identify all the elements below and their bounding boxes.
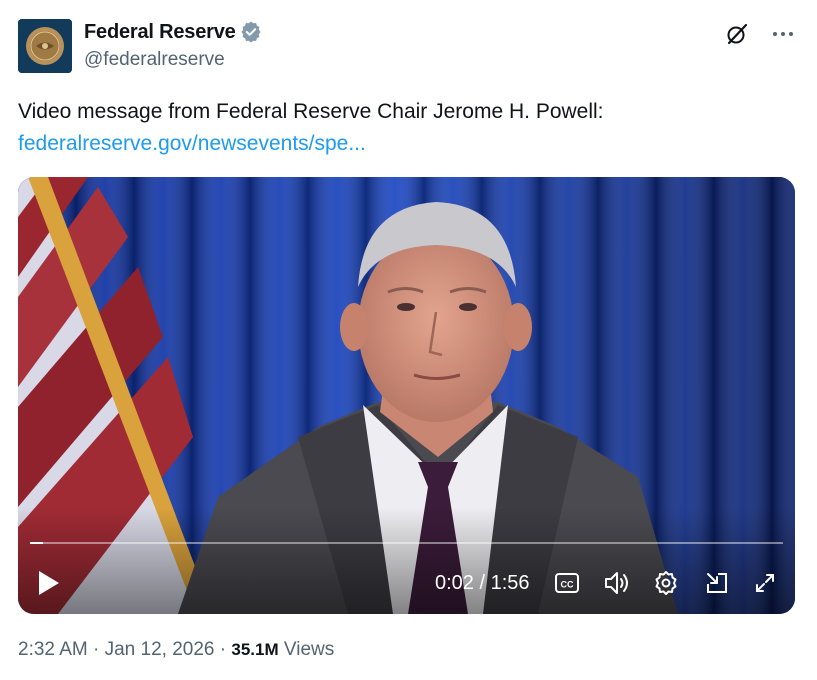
tweet-card: Federal Reserve @federalreserve Video me…: [0, 0, 817, 680]
display-name[interactable]: Federal Reserve: [84, 21, 236, 44]
progress-fill: [30, 542, 43, 544]
separator: ·: [93, 639, 100, 660]
avatar[interactable]: [18, 19, 72, 73]
handle[interactable]: @federalreserve: [84, 49, 262, 71]
tweet-link[interactable]: federalreserve.gov/newsevents/spe...: [18, 128, 604, 160]
separator: ·: [219, 639, 227, 660]
captions-icon[interactable]: CC: [553, 569, 581, 597]
dock-icon[interactable]: [703, 569, 731, 597]
tweet-body: Video message from Federal Reserve Chair…: [18, 100, 604, 123]
federal-reserve-seal-icon: [18, 19, 72, 73]
post-time[interactable]: 2:32 AM: [18, 639, 88, 660]
account-info: Federal Reserve @federalreserve: [84, 18, 262, 71]
grok-icon[interactable]: [723, 20, 751, 48]
video-controls: 0:02 / 1:56 CC: [18, 552, 795, 614]
more-options-icon[interactable]: [769, 20, 797, 48]
views-count: 35.1M: [231, 640, 279, 659]
svg-text:CC: CC: [561, 580, 574, 590]
views-label: Views: [283, 639, 335, 660]
tweet-text: Video message from Federal Reserve Chair…: [18, 96, 604, 160]
video-frame: [18, 177, 795, 614]
play-icon[interactable]: [36, 568, 62, 598]
video-player[interactable]: 0:02 / 1:56 CC: [18, 177, 795, 614]
verified-badge-icon[interactable]: [240, 21, 262, 43]
fullscreen-icon[interactable]: [751, 569, 779, 597]
volume-icon[interactable]: [603, 569, 631, 597]
top-actions: [723, 20, 797, 48]
post-date[interactable]: Jan 12, 2026: [105, 639, 215, 660]
tweet-metadata: 2:32 AM · Jan 12, 2026 · 35.1M Views: [18, 639, 334, 661]
progress-bar[interactable]: [30, 542, 783, 544]
settings-icon[interactable]: [652, 569, 680, 597]
time-display: 0:02 / 1:56: [435, 572, 530, 594]
